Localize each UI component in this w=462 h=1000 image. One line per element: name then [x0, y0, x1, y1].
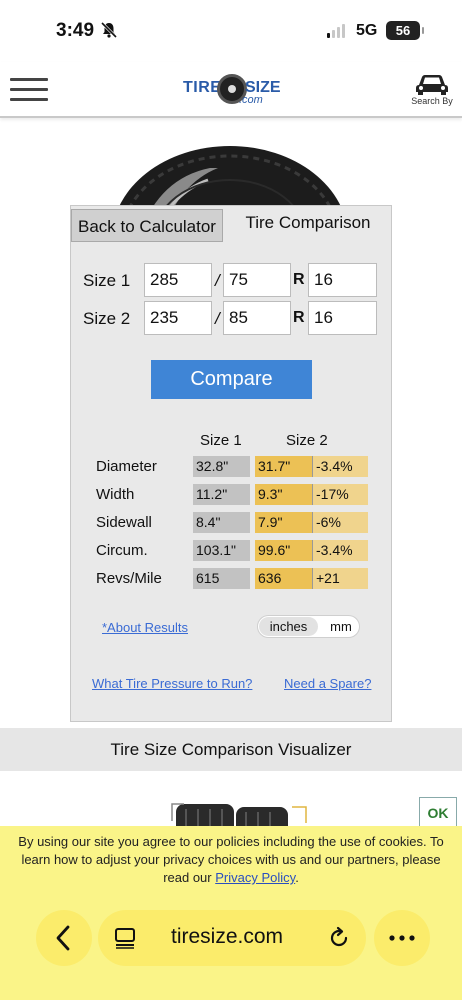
- more-dots-icon: [389, 935, 415, 941]
- result-label-diameter: Diameter: [96, 458, 157, 475]
- comparison-panel: Back to Calculator Tire Comparison Size …: [70, 205, 392, 722]
- result-label-width: Width: [96, 486, 135, 503]
- network-type: 5G: [356, 22, 378, 39]
- reload-icon[interactable]: [326, 925, 352, 951]
- size-1-rim-input[interactable]: 16: [308, 263, 377, 297]
- unit-toggle[interactable]: inches mm: [257, 615, 360, 638]
- menu-icon[interactable]: [10, 78, 48, 102]
- result-width-diff: -17%: [312, 484, 368, 505]
- cookie-period: .: [295, 870, 299, 885]
- size-1-aspect-input[interactable]: 75: [223, 263, 291, 297]
- size-1-label: Size 1: [83, 271, 131, 290]
- size-2-r-label: R: [293, 309, 305, 326]
- visualizer-title: Tire Size Comparison Visualizer: [0, 728, 462, 771]
- result-diameter-diff: -3.4%: [312, 456, 368, 477]
- compare-button[interactable]: Compare: [151, 360, 312, 399]
- browser-toolbar: tiresize.com: [36, 910, 432, 966]
- status-time: 3:49: [56, 20, 95, 41]
- cookie-text: By using our site you agree to our polic…: [12, 833, 450, 887]
- result-label-revs-mile: Revs/Mile: [96, 570, 162, 587]
- status-bar: 3:49 5G 56: [0, 0, 462, 62]
- site-header: TIRE SIZE .com Search By: [0, 62, 462, 118]
- visualizer-tires-image: [171, 803, 307, 831]
- page-menu-icon: [115, 928, 135, 949]
- logo-text-domain: .com: [239, 94, 263, 106]
- result-sidewall-size2: 7.9": [255, 512, 312, 533]
- size-2-aspect-input[interactable]: 85: [223, 301, 291, 335]
- browser-url: tiresize.com: [171, 925, 284, 948]
- tab-tire-comparison[interactable]: Tire Comparison: [223, 206, 393, 242]
- search-by-button[interactable]: Search By: [410, 73, 454, 106]
- result-width-size1: 11.2": [193, 484, 250, 505]
- result-revs-size2: 636: [255, 568, 312, 589]
- unit-mm-option[interactable]: mm: [324, 617, 358, 636]
- result-label-circum: Circum.: [96, 542, 148, 559]
- result-width-size2: 9.3": [255, 484, 312, 505]
- result-circum-diff: -3.4%: [312, 540, 368, 561]
- results-col-size2: Size 2: [286, 432, 328, 449]
- logo-text-tire: TIRE: [183, 79, 222, 96]
- browser-address-bar[interactable]: tiresize.com: [98, 910, 366, 966]
- browser-back-button[interactable]: [36, 910, 92, 966]
- chevron-left-icon: [56, 925, 70, 951]
- result-diameter-size1: 32.8": [193, 456, 250, 477]
- browser-more-button[interactable]: [374, 910, 430, 966]
- about-results-link[interactable]: *About Results: [102, 620, 188, 635]
- result-revs-size1: 615: [193, 568, 250, 589]
- unit-inches-option[interactable]: inches: [259, 617, 318, 636]
- result-revs-diff: +21: [312, 568, 368, 589]
- need-spare-link[interactable]: Need a Spare?: [284, 676, 371, 691]
- size-1-width-input[interactable]: 285: [144, 263, 212, 297]
- result-sidewall-size1: 8.4": [193, 512, 250, 533]
- cellular-signal-icon: [327, 24, 345, 38]
- tab-back-to-calculator[interactable]: Back to Calculator: [71, 209, 223, 242]
- result-sidewall-diff: -6%: [312, 512, 368, 533]
- battery-icon: 56: [386, 21, 424, 40]
- size-1-slash: /: [215, 271, 220, 290]
- size-1-r-label: R: [293, 271, 305, 288]
- site-logo[interactable]: TIRE SIZE .com: [183, 74, 281, 108]
- ok-button[interactable]: OK: [419, 797, 457, 829]
- privacy-policy-link[interactable]: Privacy Policy: [215, 870, 295, 885]
- size-2-rim-input[interactable]: 16: [308, 301, 377, 335]
- result-circum-size1: 103.1": [193, 540, 250, 561]
- result-diameter-size2: 31.7": [255, 456, 312, 477]
- result-circum-size2: 99.6": [255, 540, 312, 561]
- tire-pressure-link[interactable]: What Tire Pressure to Run?: [92, 676, 252, 691]
- results-col-size1: Size 1: [200, 432, 242, 449]
- bell-muted-icon: [100, 21, 118, 39]
- search-by-label: Search By: [411, 96, 453, 106]
- result-label-sidewall: Sidewall: [96, 514, 152, 531]
- size-2-width-input[interactable]: 235: [144, 301, 212, 335]
- size-2-slash: /: [215, 309, 220, 328]
- car-icon: [416, 75, 448, 95]
- size-2-label: Size 2: [83, 309, 131, 328]
- visualizer-area: [0, 771, 462, 831]
